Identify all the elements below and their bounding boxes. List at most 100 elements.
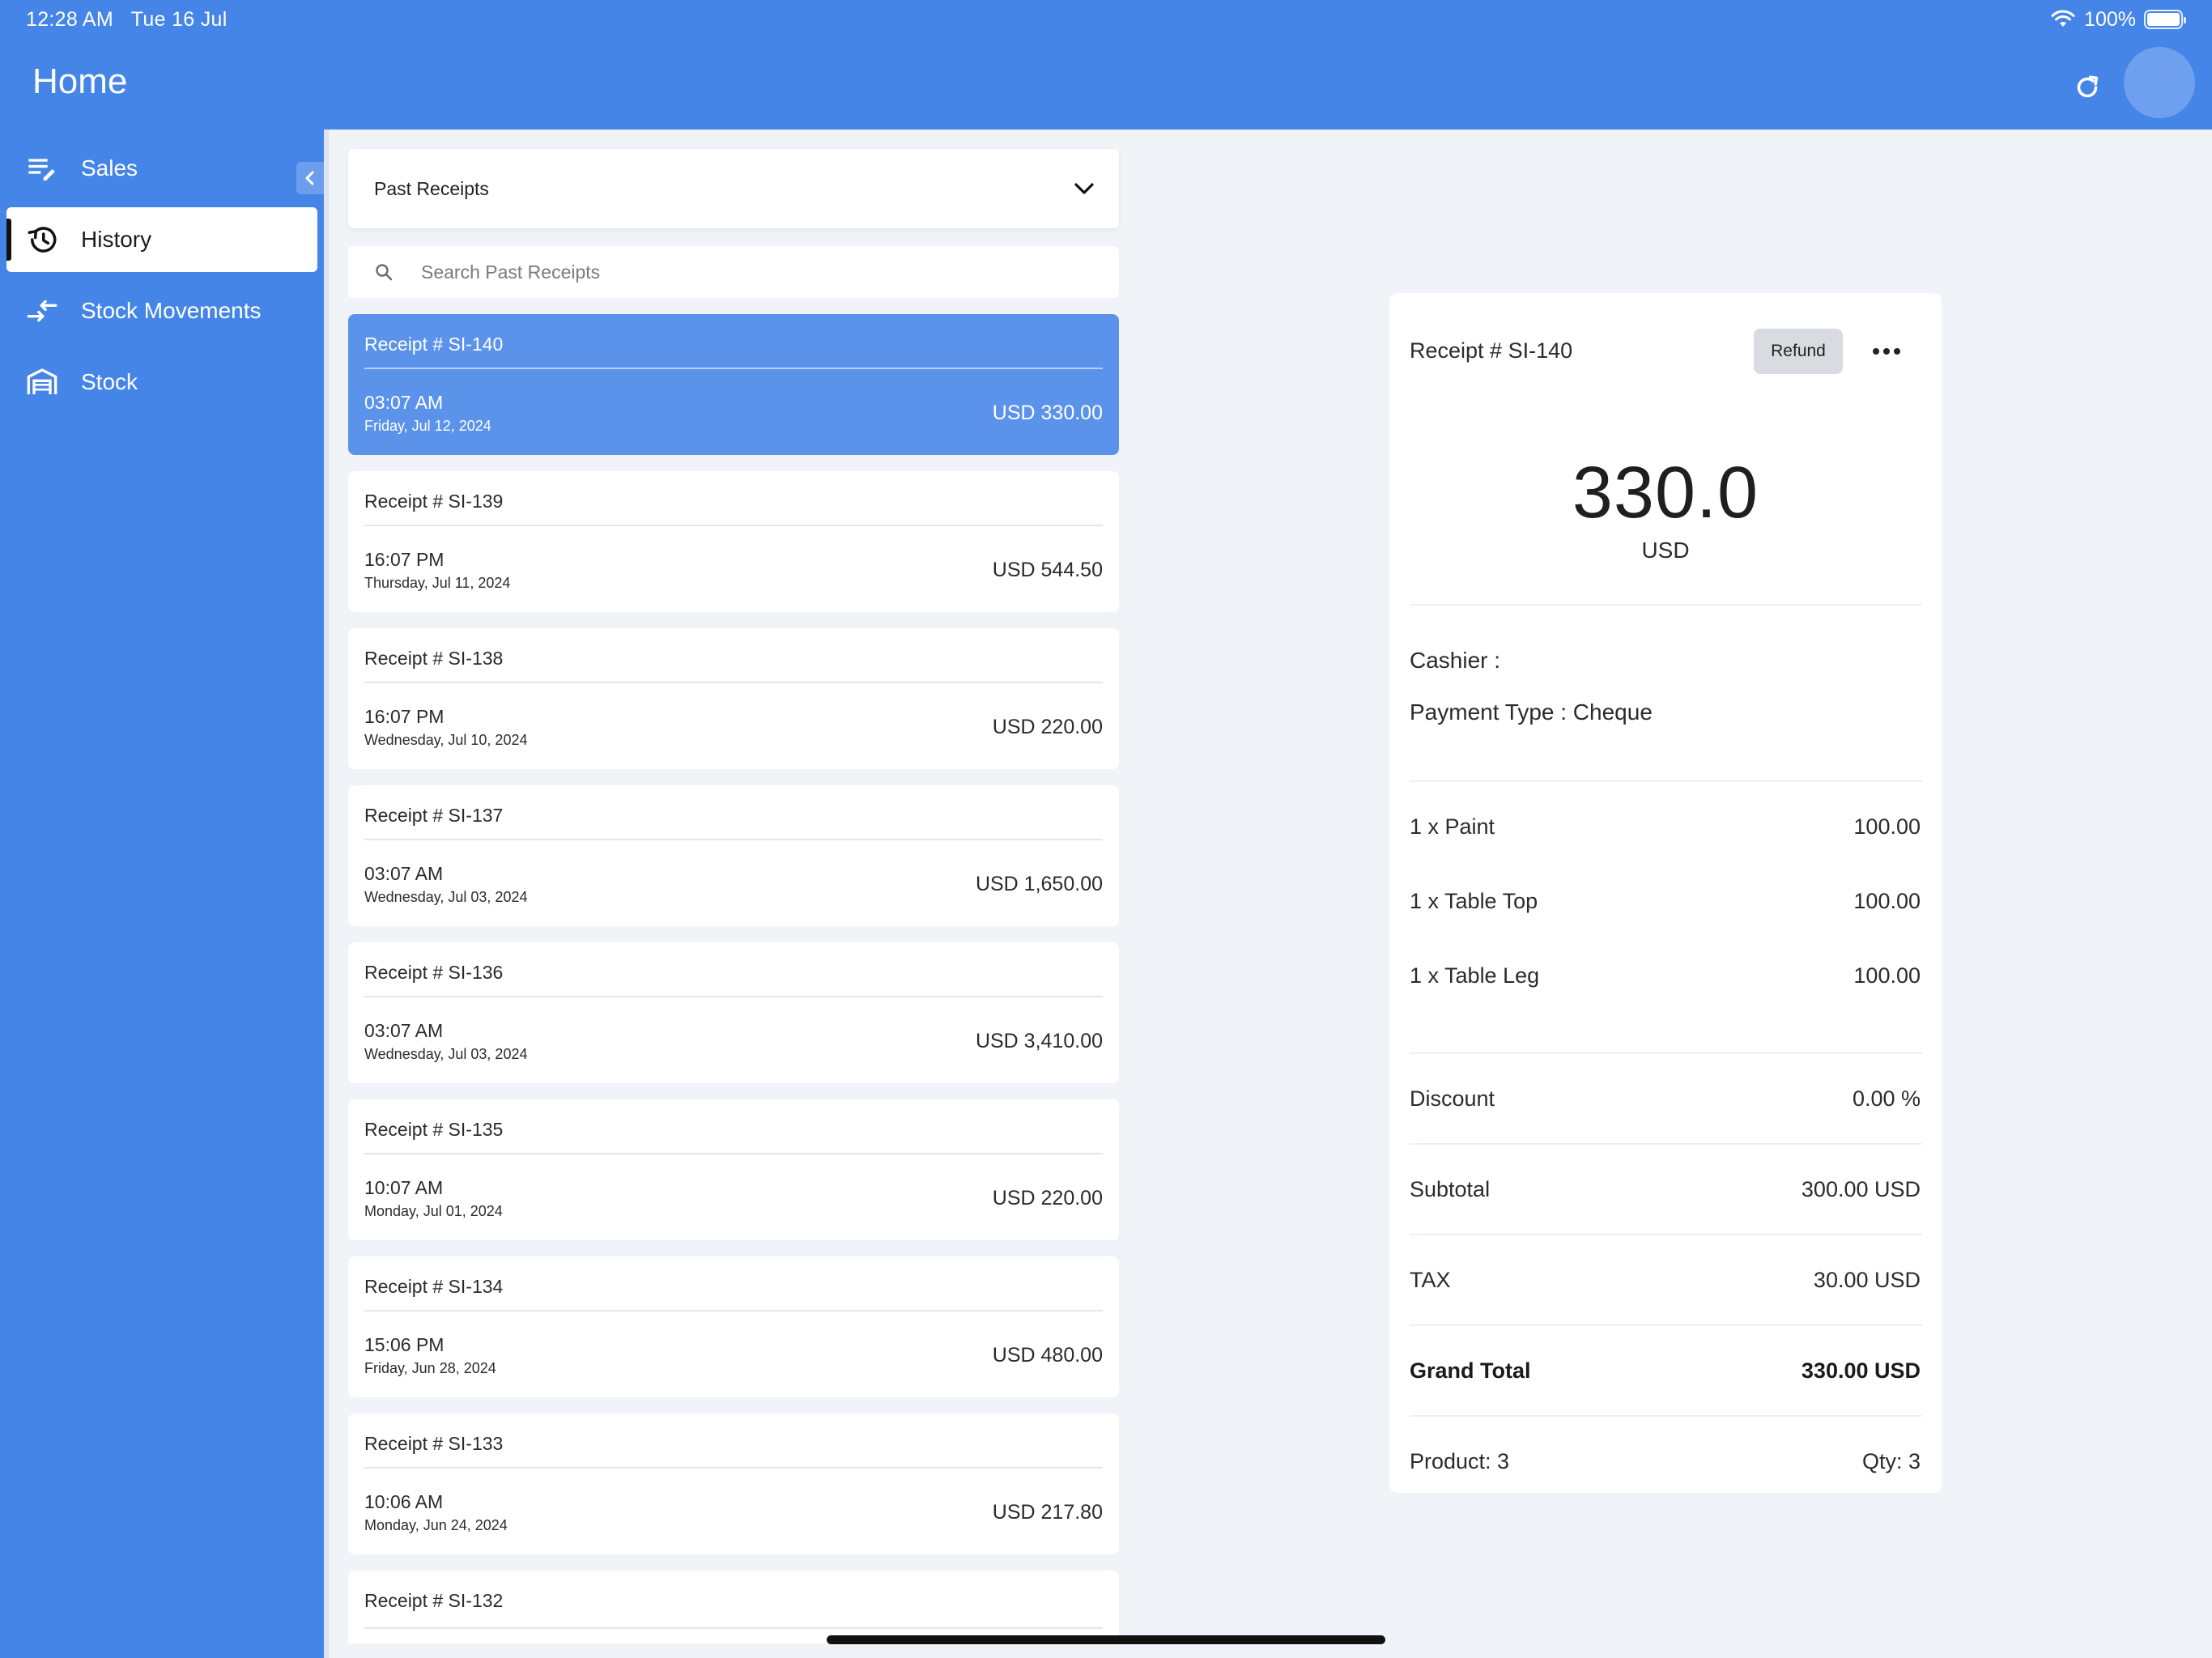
avatar[interactable] [2124,47,2195,118]
receipt-date: Wednesday, Jul 10, 2024 [364,732,528,748]
history-icon [24,222,60,257]
receipt-amount: USD 220.00 [992,1187,1103,1209]
receipt-time: 10:06 AM [364,1491,444,1512]
receipt-type-dropdown[interactable]: Past Receipts [348,149,1119,228]
discount-label: Discount [1410,1086,1495,1111]
receipt-date: Wednesday, Jul 03, 2024 [364,1046,528,1062]
receipt-time: 03:07 AM [364,392,444,413]
app-header: 12:28 AM Tue 16 Jul 100% Home [0,0,2212,130]
line-item-price: 100.00 [1853,814,1921,839]
receipt-time: 03:07 AM [364,863,444,884]
dropdown-selected-value: Past Receipts [374,177,489,199]
edit-list-icon [24,151,60,186]
search-input[interactable] [421,261,1085,283]
divider [1410,1415,1922,1417]
status-bar-right: 100% [2050,6,2186,32]
home-indicator[interactable] [827,1635,1385,1644]
receipt-date: Wednesday, Jul 03, 2024 [364,889,528,905]
sidebar-item-stock[interactable]: Stock [6,350,317,414]
line-item: 1 x Table Top 100.00 [1410,889,1921,914]
divider [1410,1234,1922,1235]
receipt-amount: USD 220.00 [992,716,1103,738]
card-divider [364,996,1103,997]
line-item-price: 100.00 [1853,963,1921,988]
line-item-name: 1 x Table Leg [1410,963,1540,988]
cashier-label: Cashier : [1410,648,1501,673]
divider [1410,1052,1922,1054]
divider [1410,1324,1922,1326]
receipt-card-si-135[interactable]: Receipt # SI-135 10:07 AM Monday, Jul 01… [348,1099,1119,1240]
receipt-card-si-139[interactable]: Receipt # SI-139 16:07 PM Thursday, Jul … [348,471,1119,612]
receipt-card-si-133[interactable]: Receipt # SI-133 10:06 AM Monday, Jun 24… [348,1414,1119,1554]
subtotal-value: 300.00 USD [1801,1177,1921,1201]
receipt-amount: USD 217.80 [992,1501,1103,1524]
card-divider [364,682,1103,683]
line-item-price: 100.00 [1853,889,1921,913]
receipt-card-si-140[interactable]: Receipt # SI-140 03:07 AM Friday, Jul 12… [348,314,1119,455]
card-divider [364,839,1103,840]
sidebar-divider [324,130,329,1658]
grand-total-row: Grand Total 330.00 USD [1410,1358,1921,1384]
receipt-card-si-134[interactable]: Receipt # SI-134 15:06 PM Friday, Jun 28… [348,1256,1119,1397]
receipt-time: 10:07 AM [364,1177,444,1198]
receipt-card-si-136[interactable]: Receipt # SI-136 03:07 AM Wednesday, Jul… [348,942,1119,1083]
receipt-card-si-138[interactable]: Receipt # SI-138 16:07 PM Wednesday, Jul… [348,628,1119,769]
tax-label: TAX [1410,1268,1451,1292]
sidebar-item-label: Stock Movements [81,298,262,323]
wifi-icon [2051,10,2075,27]
divider [1410,780,1922,782]
search-icon [376,264,393,281]
discount-value: 0.00 % [1852,1086,1921,1111]
receipt-time: 03:07 AM [364,1020,444,1041]
battery-icon [2144,10,2186,29]
tax-row: TAX 30.00 USD [1410,1268,1921,1293]
status-time: 12:28 AM [26,8,114,31]
sidebar-item-label: History [81,227,152,252]
subtotal-row: Subtotal 300.00 USD [1410,1177,1921,1202]
transfer-arrows-icon [24,293,60,329]
status-date: Tue 16 Jul [130,8,228,31]
subtotal-label: Subtotal [1410,1177,1491,1201]
more-horizontal-icon [1873,348,1900,355]
page-title: Home [32,62,128,101]
status-bar-time: 12:28 AM Tue 16 Jul [26,8,228,32]
receipt-currency: USD [1641,538,1690,563]
receipt-card-si-137[interactable]: Receipt # SI-137 03:07 AM Wednesday, Jul… [348,785,1119,926]
card-divider [364,1467,1103,1469]
tax-value: 30.00 USD [1813,1268,1921,1292]
qty-count: Qty: 3 [1861,1449,1921,1473]
receipt-detail-panel: Receipt # SI-140 Refund 330.0 USD Cashie… [1389,293,1942,1493]
sidebar-item-stock-movements[interactable]: Stock Movements [6,278,317,343]
card-divider [364,368,1103,369]
card-divider [364,525,1103,526]
sidebar-item-sales[interactable]: Sales [6,136,317,201]
receipt-amount: USD 3,410.00 [975,1030,1103,1052]
receipt-number: Receipt # SI-139 [364,491,504,512]
sidebar-item-label: Stock [81,369,138,394]
receipt-number: Receipt # SI-133 [364,1433,504,1454]
receipt-amount: USD 1,650.00 [975,873,1103,895]
receipt-total-amount: 330.0 [1572,453,1759,534]
warehouse-icon [24,364,60,400]
line-item: 1 x Paint 100.00 [1410,814,1921,840]
more-options-button[interactable] [1862,329,1911,374]
receipt-card-si-132[interactable]: Receipt # SI-132 [348,1571,1119,1643]
divider [1410,604,1922,606]
receipt-time: 16:07 PM [364,706,445,727]
receipt-number: Receipt # SI-138 [364,648,504,669]
chevron-down-icon [1074,183,1094,194]
divider [1410,1143,1922,1145]
receipt-number: Receipt # SI-134 [364,1276,504,1297]
receipt-number: Receipt # SI-135 [364,1119,504,1140]
refund-button[interactable]: Refund [1754,329,1843,374]
refresh-icon [2077,75,2099,98]
card-divider [364,1627,1103,1629]
refresh-button[interactable] [2069,70,2105,105]
payment-type: Payment Type : Cheque [1410,699,1653,725]
receipt-date: Friday, Jun 28, 2024 [364,1360,496,1376]
sidebar-item-history[interactable]: History [6,207,317,272]
receipt-date: Friday, Jul 12, 2024 [364,418,491,434]
summary-row: Product: 3 Qty: 3 [1410,1449,1921,1474]
receipt-amount: USD 480.00 [992,1344,1103,1367]
line-item-name: 1 x Paint [1410,814,1495,839]
